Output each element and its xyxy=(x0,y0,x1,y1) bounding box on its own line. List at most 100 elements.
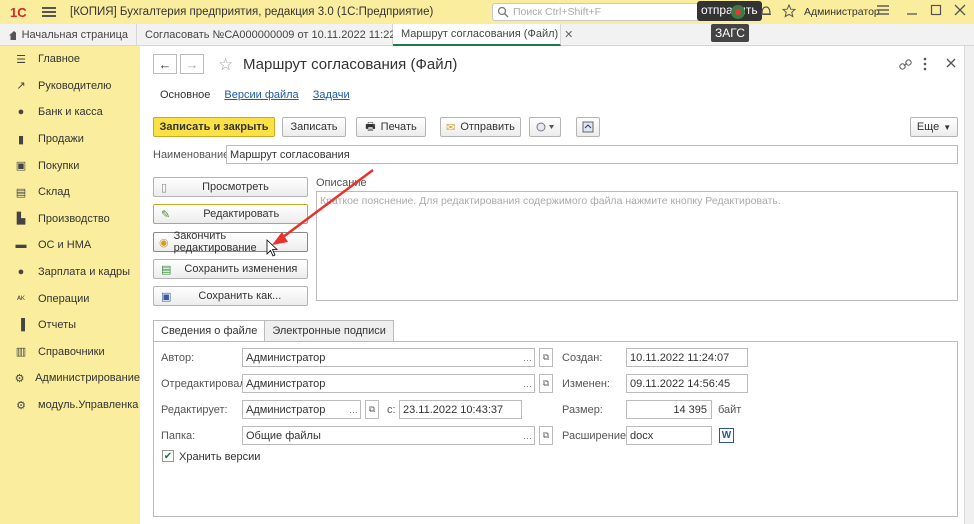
sidebar-item-assets[interactable]: ▬ ОС и НМА xyxy=(0,232,140,259)
main-menu-icon[interactable] xyxy=(42,7,56,17)
scrollbar[interactable] xyxy=(964,46,974,524)
search-icon xyxy=(497,6,509,18)
finish-edit-icon: ◉ xyxy=(159,236,169,249)
sidebar-item-reports[interactable]: ▐ Отчеты xyxy=(0,312,140,339)
bag-icon: ▮ xyxy=(17,133,25,146)
tab-approve-task[interactable]: Согласовать №СА000000009 от 10.11.2022 1… xyxy=(137,24,411,46)
editing-label: Редактирует: xyxy=(161,404,228,416)
save-as-button[interactable]: ▣ Сохранить как... xyxy=(153,286,308,306)
sidebar-item-operations[interactable]: ᴬᴷ Операции xyxy=(0,285,140,312)
edit-button[interactable]: ✎ Редактировать xyxy=(153,204,308,224)
size-label: Размер: xyxy=(562,404,603,416)
send-button[interactable]: ✉ Отправить xyxy=(440,117,521,137)
settings-menu-icon[interactable] xyxy=(876,4,890,16)
editing-select-button[interactable]: … xyxy=(347,400,361,419)
sidebar-item-label: Справочники xyxy=(38,345,105,358)
edited-by-select-button[interactable]: … xyxy=(521,374,535,393)
sidebar-item-module[interactable]: ⚙ модуль.Управленка xyxy=(0,392,140,419)
view-button[interactable]: ▯ Просмотреть xyxy=(153,177,308,197)
author-select-button[interactable]: … xyxy=(521,348,535,367)
editing-field[interactable]: Администратор xyxy=(242,400,348,419)
author-field[interactable]: Администратор xyxy=(242,348,522,367)
section-main[interactable]: Основное xyxy=(160,89,210,101)
save-button[interactable]: Записать xyxy=(282,117,346,137)
button-label: Редактировать xyxy=(203,208,280,220)
folder-value: Общие файлы xyxy=(246,429,321,442)
tab-signatures[interactable]: Электронные подписи xyxy=(264,320,394,342)
save-and-close-button[interactable]: Записать и закрыть xyxy=(153,117,275,137)
search-input[interactable]: Поиск Ctrl+Shift+F xyxy=(492,3,704,21)
button-label: Записать xyxy=(290,121,338,133)
tab-home[interactable]: Начальная страница xyxy=(0,24,137,46)
keep-versions-checkbox[interactable]: ✔ xyxy=(162,450,174,462)
sidebar-item-references[interactable]: ▥ Справочники xyxy=(0,339,140,366)
edited-by-field[interactable]: Администратор xyxy=(242,374,522,393)
modified-field: 09.11.2022 14:56:45 xyxy=(626,374,748,393)
current-user[interactable]: Администратор xyxy=(804,6,880,18)
favorite-star-icon[interactable]: ☆ xyxy=(218,55,233,75)
more-button[interactable]: Еще ▼ xyxy=(910,117,958,137)
favorites-star-icon[interactable] xyxy=(782,4,796,18)
description-label: Описание xyxy=(316,177,367,189)
size-field: 14 395 xyxy=(626,400,712,419)
name-value: Маршрут согласования xyxy=(230,148,350,161)
back-button[interactable]: ← xyxy=(153,54,177,74)
form-close-icon[interactable] xyxy=(946,58,956,68)
gear-icon: ⚙ xyxy=(14,372,25,385)
since-field[interactable]: 23.11.2022 10:43:37 xyxy=(399,400,522,419)
sidebar-item-manager[interactable]: ↗ Руководителю xyxy=(0,73,140,100)
author-open-icon[interactable]: ⧉ xyxy=(539,348,553,367)
history-icon[interactable] xyxy=(730,4,746,20)
description-textarea[interactable]: Краткое пояснение. Для редактирования со… xyxy=(316,191,958,301)
edited-by-open-icon[interactable]: ⧉ xyxy=(539,374,553,393)
sidebar-item-admin[interactable]: ⚙ Администрирование xyxy=(0,365,140,392)
info-tabs: Сведения о файле Электронные подписи xyxy=(153,320,394,342)
sidebar-item-purchases[interactable]: ▣ Покупки xyxy=(0,152,140,179)
edited-by-value: Администратор xyxy=(246,377,326,390)
editing-open-icon[interactable]: ⧉ xyxy=(365,400,379,419)
page-title: Маршрут согласования (Файл) xyxy=(243,56,458,73)
sidebar-item-label: Склад xyxy=(38,186,70,199)
created-value: 10.11.2022 11:24:07 xyxy=(630,351,730,364)
sidebar-item-warehouse[interactable]: ▤ Склад xyxy=(0,179,140,206)
folder-open-icon[interactable]: ⧉ xyxy=(539,426,553,445)
sidebar-item-main[interactable]: ☰ Главное xyxy=(0,46,140,73)
finish-editing-button[interactable]: ◉ Закончить редактирование xyxy=(153,230,308,254)
bell-icon[interactable] xyxy=(760,4,772,18)
modified-value: 09.11.2022 14:56:45 xyxy=(630,377,731,390)
button-label: Сохранить как... xyxy=(198,290,282,302)
sidebar-item-label: Банк и касса xyxy=(38,106,103,119)
link-icon[interactable] xyxy=(899,58,912,71)
size-unit: байт xyxy=(718,404,742,416)
attach-button[interactable] xyxy=(576,117,600,137)
sidebar-item-bank[interactable]: ● Банк и касса xyxy=(0,99,140,126)
minimize-icon[interactable] xyxy=(906,4,918,16)
sidebar-item-sales[interactable]: ▮ Продажи xyxy=(0,126,140,153)
save-as-icon: ▣ xyxy=(161,290,172,303)
menu-icon: ☰ xyxy=(16,53,26,66)
section-file-versions[interactable]: Версии файла xyxy=(224,89,298,101)
save-changes-button[interactable]: ▤ Сохранить изменения xyxy=(153,259,308,279)
section-tasks[interactable]: Задачи xyxy=(313,89,350,101)
more-vertical-icon[interactable] xyxy=(923,57,927,71)
home-icon xyxy=(9,30,16,40)
sidebar-item-salary[interactable]: ● Зарплата и кадры xyxy=(0,259,140,286)
tab-label: Маршрут согласования (Файл) xyxy=(401,28,559,40)
author-value: Администратор xyxy=(246,351,326,364)
name-field[interactable]: Маршрут согласования xyxy=(226,145,958,164)
forward-button[interactable]: → xyxy=(180,54,204,74)
maximize-icon[interactable] xyxy=(930,4,942,16)
car-icon: ▬ xyxy=(15,239,27,252)
close-icon[interactable] xyxy=(954,4,966,16)
status-dropdown-button[interactable] xyxy=(529,117,561,137)
tab-approval-route-file[interactable]: Маршрут согласования (Файл) ✕ xyxy=(393,24,573,46)
sidebar-item-label: модуль.Управленка xyxy=(38,399,139,412)
print-button[interactable]: 🖶 Печать xyxy=(356,117,426,137)
sidebar-item-production[interactable]: ▙ Производство xyxy=(0,206,140,233)
description-placeholder: Краткое пояснение. Для редактирования со… xyxy=(320,195,781,207)
tab-file-info[interactable]: Сведения о файле xyxy=(153,320,266,342)
close-tab-icon[interactable]: ✕ xyxy=(564,28,573,41)
extension-value: docx xyxy=(630,429,654,442)
folder-field[interactable]: Общие файлы xyxy=(242,426,522,445)
folder-select-button[interactable]: … xyxy=(521,426,535,445)
